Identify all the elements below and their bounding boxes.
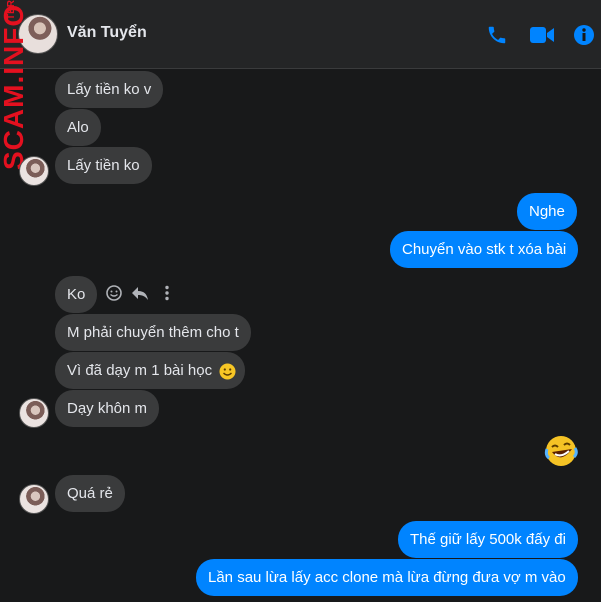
scam-info-watermark: SCAM.INFO xyxy=(0,3,29,170)
smiling-face-emoji xyxy=(219,363,236,380)
message-bubble[interactable]: Nghe xyxy=(517,193,577,230)
message-bubble[interactable]: Chuyển vào stk t xóa bài xyxy=(390,231,579,268)
message-bubble[interactable]: Ko xyxy=(55,276,98,313)
contact-avatar-small[interactable] xyxy=(19,484,49,514)
info-icon[interactable] xyxy=(573,24,595,46)
video-icon[interactable] xyxy=(529,24,555,46)
more-icon[interactable] xyxy=(161,284,173,302)
contact-avatar-small[interactable] xyxy=(19,398,49,428)
smile-icon[interactable] xyxy=(105,284,123,302)
conversation-header: Văn Tuyển xyxy=(0,0,601,69)
message-actions xyxy=(105,284,173,304)
message-bubble[interactable]: Lấy tiền ko xyxy=(55,147,152,184)
phone-icon[interactable] xyxy=(486,24,508,46)
message-bubble[interactable]: Lấy tiền ko v xyxy=(55,71,164,108)
reply-icon[interactable] xyxy=(130,284,150,302)
contact-name[interactable]: Văn Tuyển xyxy=(67,24,147,42)
message-bubble[interactable]: M phải chuyển thêm cho t xyxy=(55,314,251,351)
message-bubble-with-emoji[interactable]: Vì đã dạy m 1 bài học xyxy=(55,352,245,389)
message-text: Vì đã dạy m 1 bài học xyxy=(67,362,213,379)
message-bubble[interactable]: Dạy khôn m xyxy=(55,390,160,427)
message-bubble[interactable]: Lần sau lừa lấy acc clone mà lừa đừng đư… xyxy=(196,559,578,596)
message-bubble[interactable]: Alo xyxy=(55,109,101,146)
message-bubble[interactable]: Quá rẻ xyxy=(55,475,125,512)
message-bubble[interactable]: Thế giữ lấy 500k đấy đi xyxy=(398,521,578,558)
contact-avatar-small[interactable] xyxy=(19,156,49,186)
rolling-laughing-emoji[interactable] xyxy=(544,434,578,468)
